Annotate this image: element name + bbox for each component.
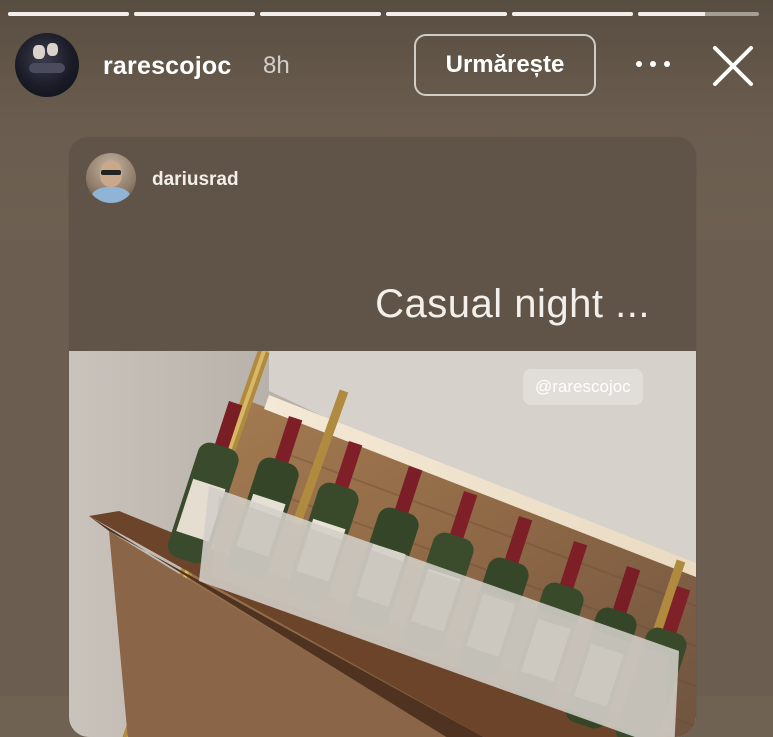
mention-sticker[interactable]: @rarescojoc xyxy=(523,369,643,405)
reshared-post-avatar[interactable] xyxy=(86,153,136,203)
story-progress-bar xyxy=(8,12,759,16)
story-timestamp: 8h xyxy=(263,52,290,79)
reshared-post-card[interactable]: dariusrad Casual night ... @rarescojoc xyxy=(69,137,696,737)
more-horizontal-icon[interactable] xyxy=(636,56,670,72)
progress-segment xyxy=(386,12,507,16)
close-icon[interactable] xyxy=(712,45,754,87)
progress-segment xyxy=(638,12,759,16)
follow-button[interactable]: Urmărește xyxy=(414,34,596,96)
progress-segment xyxy=(134,12,255,16)
reshared-post-caption: Casual night ... xyxy=(375,282,650,326)
progress-segment xyxy=(260,12,381,16)
story-username[interactable]: rarescojoc xyxy=(103,52,231,81)
story-background-left xyxy=(0,240,70,696)
progress-segment xyxy=(8,12,129,16)
progress-segment xyxy=(512,12,633,16)
reshared-post-username[interactable]: dariusrad xyxy=(152,169,239,191)
wine-shelf-photo: @rarescojoc xyxy=(69,351,696,737)
story-background-right xyxy=(695,240,773,696)
avatar[interactable] xyxy=(15,33,79,97)
